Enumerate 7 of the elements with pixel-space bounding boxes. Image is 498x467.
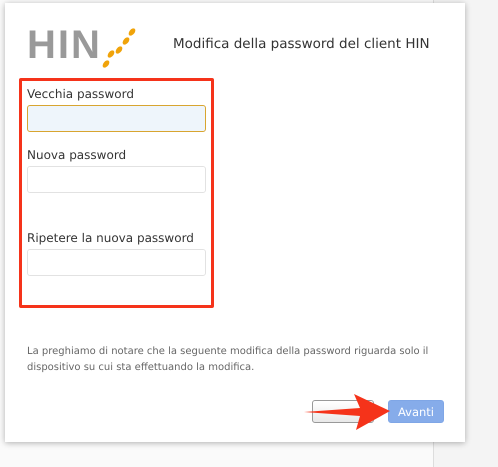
field-label: Ripetere la nuova password xyxy=(27,231,194,245)
field-label: Vecchia password xyxy=(27,87,134,101)
note-text: La preghiamo di notare che la seguente modifica della password riguarda solo il dispositivo su cui sta effettuando la modifica. xyxy=(27,345,430,375)
logo-text: HIN xyxy=(27,25,102,65)
dialog-title: Modifica della password del client HIN xyxy=(173,36,430,52)
field-label: Nuova password xyxy=(27,148,126,162)
password-field[interactable] xyxy=(27,105,206,132)
